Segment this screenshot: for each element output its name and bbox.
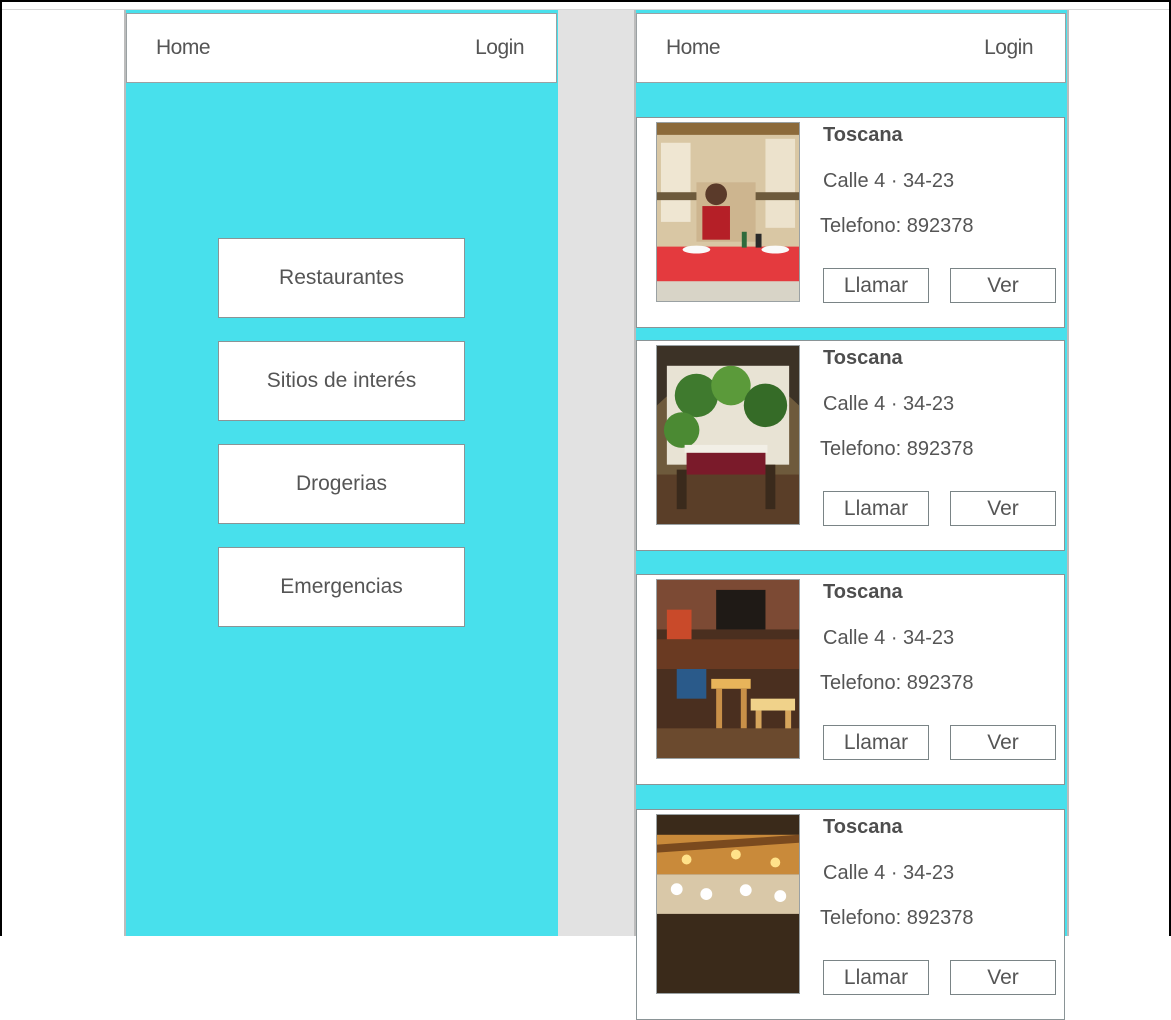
emergencias-button[interactable]: Emergencias	[218, 547, 465, 627]
call-button[interactable]: Llamar	[823, 725, 929, 760]
restaurant-address: Calle 4 · 34-23	[823, 862, 955, 884]
restaurant-address: Calle 4 · 34-23	[823, 393, 955, 415]
category-screen: Home Login Restaurantes Sitios de interé…	[124, 10, 558, 936]
restaurant-address: Calle 4 · 34-23	[823, 627, 955, 649]
drogerias-button[interactable]: Drogerias	[218, 444, 465, 524]
restaurant-phone: Telefono: 892378	[820, 438, 974, 460]
sitios-de-interes-button[interactable]: Sitios de interés	[218, 341, 465, 421]
navbar: Home Login	[636, 13, 1066, 83]
navbar: Home Login	[126, 13, 557, 83]
restaurant-phone: Telefono: 892378	[820, 215, 974, 237]
restaurant-list-screen: Home Login Toscana Calle 4 · 34-23 Telef…	[634, 10, 1069, 1020]
restaurant-card[interactable]: Toscana Calle 4 · 34-23 Telefono: 892378…	[636, 340, 1065, 551]
nav-login-link[interactable]: Login	[984, 36, 1033, 60]
nav-home-link[interactable]: Home	[666, 36, 721, 60]
call-button[interactable]: Llamar	[823, 960, 929, 995]
screen-gap	[556, 10, 635, 936]
restaurant-card[interactable]: Toscana Calle 4 · 34-23 Telefono: 892378…	[636, 574, 1065, 785]
restaurant-phone: Telefono: 892378	[820, 907, 974, 929]
call-button[interactable]: Llamar	[823, 268, 929, 303]
restaurant-card[interactable]: Toscana Calle 4 · 34-23 Telefono: 892378…	[636, 809, 1065, 1020]
call-button[interactable]: Llamar	[823, 491, 929, 526]
restaurant-name: Toscana	[823, 124, 903, 146]
restaurant-photo	[656, 814, 800, 994]
view-button[interactable]: Ver	[950, 268, 1056, 303]
restaurant-name: Toscana	[823, 816, 903, 838]
restaurant-photo	[656, 122, 800, 302]
frame-left-border	[0, 0, 2, 936]
restaurant-name: Toscana	[823, 347, 903, 369]
restaurantes-button[interactable]: Restaurantes	[218, 238, 465, 318]
frame-top-border	[0, 0, 1171, 2]
restaurant-address: Calle 4 · 34-23	[823, 170, 955, 192]
view-button[interactable]: Ver	[950, 960, 1056, 995]
restaurant-photo	[656, 345, 800, 525]
restaurant-name: Toscana	[823, 581, 903, 603]
view-button[interactable]: Ver	[950, 725, 1056, 760]
view-button[interactable]: Ver	[950, 491, 1056, 526]
restaurant-photo	[656, 579, 800, 759]
nav-login-link[interactable]: Login	[475, 36, 524, 60]
nav-home-link[interactable]: Home	[156, 36, 211, 60]
restaurant-card[interactable]: Toscana Calle 4 · 34-23 Telefono: 892378…	[636, 117, 1065, 328]
restaurant-phone: Telefono: 892378	[820, 672, 974, 694]
